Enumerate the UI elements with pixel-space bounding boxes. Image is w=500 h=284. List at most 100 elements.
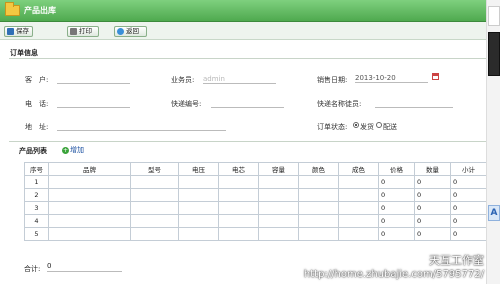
print-icon (70, 28, 77, 35)
cell-cell[interactable] (218, 227, 259, 241)
brand-cell[interactable] (48, 188, 131, 202)
cell-cell[interactable] (218, 214, 259, 228)
phone-field[interactable] (57, 99, 130, 108)
quantity-cell[interactable]: 0 (414, 214, 451, 228)
back-button[interactable]: 返回 (114, 26, 147, 37)
condition-cell[interactable] (338, 188, 379, 202)
watermark-title: 天互工作室 (429, 254, 484, 267)
model-cell[interactable] (130, 201, 179, 215)
sale-date-field[interactable]: 2013-10-20 (355, 74, 428, 83)
model-cell[interactable] (130, 214, 179, 228)
side-dark-button[interactable] (488, 32, 500, 76)
table-row: 5000 (24, 227, 487, 241)
save-icon (7, 28, 14, 35)
back-icon (117, 28, 124, 35)
brand-cell[interactable] (48, 175, 131, 189)
subtotal-cell[interactable]: 0 (450, 214, 487, 228)
cell-cell[interactable] (218, 201, 259, 215)
color-cell[interactable] (298, 201, 339, 215)
cell-cell[interactable] (218, 188, 259, 202)
side-panel-button[interactable] (488, 6, 500, 26)
column-header: 容量 (258, 162, 299, 176)
condition-cell[interactable] (338, 227, 379, 241)
price-cell[interactable]: 0 (378, 188, 415, 202)
voltage-cell[interactable] (178, 175, 219, 189)
row-number-cell: 2 (24, 188, 49, 202)
quantity-cell[interactable]: 0 (414, 201, 451, 215)
capacity-cell[interactable] (258, 201, 299, 215)
color-cell[interactable] (298, 214, 339, 228)
address-label: 地 址: (25, 123, 49, 131)
font-size-icon[interactable]: A (488, 205, 500, 221)
status-deliver-radio[interactable] (376, 122, 382, 128)
add-product-button[interactable]: + 增加 (62, 145, 84, 155)
column-header: 电芯 (218, 162, 259, 176)
right-side-strip: A (486, 0, 500, 284)
brand-cell[interactable] (48, 201, 131, 215)
color-cell[interactable] (298, 227, 339, 241)
salesman-field[interactable]: admin (203, 75, 276, 84)
voltage-cell[interactable] (178, 188, 219, 202)
product-section-title: 产品列表 (19, 147, 47, 155)
save-button[interactable]: 保存 (4, 26, 33, 37)
address-field[interactable] (57, 122, 226, 131)
voltage-cell[interactable] (178, 227, 219, 241)
quantity-cell[interactable]: 0 (414, 227, 451, 241)
price-cell[interactable]: 0 (378, 227, 415, 241)
status-ship-label: 发货 (360, 123, 374, 131)
subtotal-cell[interactable]: 0 (450, 175, 487, 189)
status-ship-radio[interactable] (353, 122, 359, 128)
price-cell[interactable]: 0 (378, 214, 415, 228)
voltage-cell[interactable] (178, 201, 219, 215)
model-cell[interactable] (130, 188, 179, 202)
folder-icon (5, 2, 20, 16)
row-number-cell: 3 (24, 201, 49, 215)
toolbar: 保存 打印 返回 (0, 22, 486, 40)
total-value: 0 (47, 262, 122, 272)
capacity-cell[interactable] (258, 214, 299, 228)
salesman-label: 业务员: (171, 76, 195, 84)
condition-cell[interactable] (338, 201, 379, 215)
color-cell[interactable] (298, 175, 339, 189)
phone-label: 电 话: (25, 100, 49, 108)
row-number-cell: 4 (24, 214, 49, 228)
product-table-body: 10002000300040005000 (24, 175, 487, 241)
order-section-title: 订单信息 (10, 49, 38, 57)
table-header-row: 序号 品牌 型号 电压 电芯 容量 颜色 成色 价格 数量 小计 (24, 162, 487, 176)
column-header: 电压 (178, 162, 219, 176)
customer-field[interactable] (57, 75, 130, 84)
subtotal-cell[interactable]: 0 (450, 227, 487, 241)
customer-label: 客 户: (25, 76, 49, 84)
column-header: 数量 (414, 162, 451, 176)
table-row: 1000 (24, 175, 487, 189)
add-product-label: 增加 (70, 146, 84, 154)
brand-cell[interactable] (48, 214, 131, 228)
print-button[interactable]: 打印 (67, 26, 99, 37)
price-cell[interactable]: 0 (378, 175, 415, 189)
subtotal-cell[interactable]: 0 (450, 188, 487, 202)
calendar-icon[interactable] (432, 73, 439, 80)
courier-number-field[interactable] (211, 99, 284, 108)
status-deliver-label: 配送 (383, 123, 397, 131)
cell-cell[interactable] (218, 175, 259, 189)
capacity-cell[interactable] (258, 227, 299, 241)
courier-name-label: 快递名称徒员: (317, 100, 362, 108)
quantity-cell[interactable]: 0 (414, 188, 451, 202)
subtotal-cell[interactable]: 0 (450, 201, 487, 215)
price-cell[interactable]: 0 (378, 201, 415, 215)
voltage-cell[interactable] (178, 214, 219, 228)
condition-cell[interactable] (338, 214, 379, 228)
color-cell[interactable] (298, 188, 339, 202)
brand-cell[interactable] (48, 227, 131, 241)
courier-name-field[interactable] (375, 99, 453, 108)
capacity-cell[interactable] (258, 188, 299, 202)
model-cell[interactable] (130, 227, 179, 241)
order-section-divider (9, 58, 486, 59)
model-cell[interactable] (130, 175, 179, 189)
quantity-cell[interactable]: 0 (414, 175, 451, 189)
condition-cell[interactable] (338, 175, 379, 189)
column-header: 品牌 (48, 162, 131, 176)
capacity-cell[interactable] (258, 175, 299, 189)
table-row: 3000 (24, 201, 487, 215)
column-header: 颜色 (298, 162, 339, 176)
